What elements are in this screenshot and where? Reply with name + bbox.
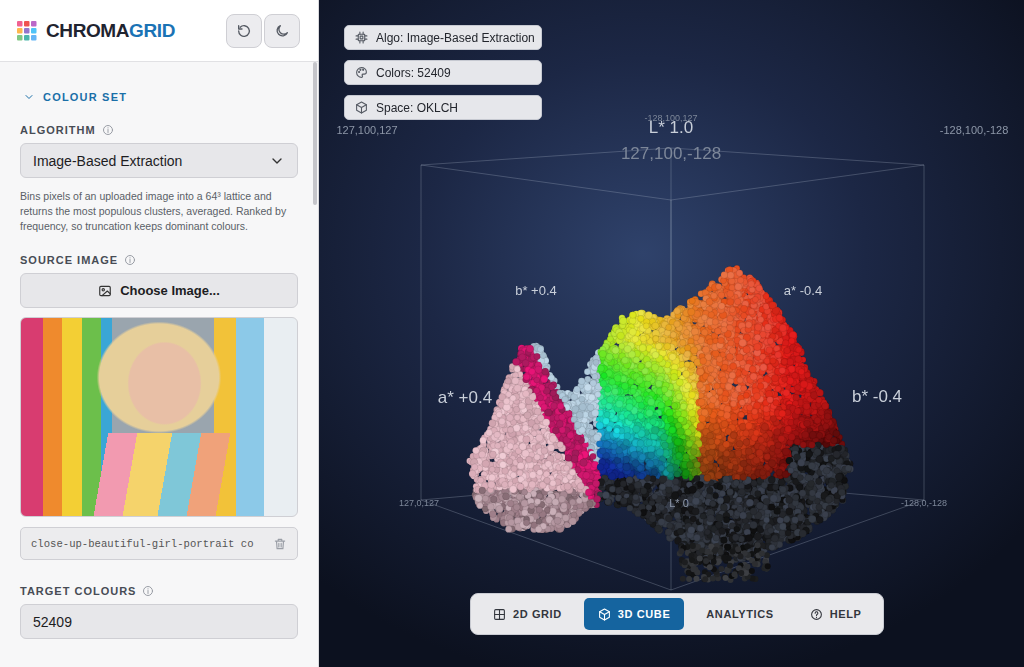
field-label: TARGET COLOURS: [20, 585, 298, 597]
badge-text: Space: OKLCH: [376, 101, 458, 115]
axis-label: a* +0.4: [438, 388, 492, 408]
target-colours-input[interactable]: [20, 604, 298, 639]
info-badge: Colors: 52409: [344, 60, 542, 85]
chevron-down-icon: [269, 153, 285, 169]
info-icon: [102, 124, 114, 136]
sidebar-header: CHROMAGRID: [0, 0, 318, 62]
cube-icon: [598, 608, 611, 621]
view-tab[interactable]: 2D GRID: [479, 598, 576, 630]
label-text: SOURCE IMAGE: [20, 254, 118, 266]
view-toolbar: 2D GRID 3D CUBE ANALYTICS HELP: [470, 593, 884, 635]
trash-icon: [273, 537, 287, 551]
info-badges: Algo: Image-Based Extraction Colors: 5240…: [344, 25, 542, 120]
info-badge: Algo: Image-Based Extraction: [344, 25, 542, 50]
tab-label: HELP: [830, 608, 862, 620]
button-label: Choose Image...: [120, 283, 220, 298]
algorithm-select[interactable]: Image-Based Extraction: [20, 143, 298, 178]
field-label: ALGORITHM: [20, 124, 298, 136]
sidebar-body: COLOUR SET ALGORITHM Image-Based Extractio…: [0, 62, 318, 639]
palette-icon: [355, 66, 368, 79]
label-text: ALGORITHM: [20, 124, 96, 136]
app-logo: CHROMAGRID: [46, 20, 175, 42]
axis-label: L* 0: [669, 497, 689, 509]
theme-button[interactable]: [264, 14, 300, 48]
axis-label: L* 1.0: [649, 118, 693, 138]
file-name: close-up-beautiful-girl-portrait co: [31, 538, 267, 550]
axis-label: 127,100,127: [336, 124, 397, 136]
tab-label: ANALYTICS: [706, 608, 773, 620]
cube-icon: [355, 101, 368, 114]
tab-label: 2D GRID: [513, 608, 562, 620]
chevron-icon: [23, 91, 35, 103]
badge-text: Colors: 52409: [376, 66, 451, 80]
tab-label: 3D CUBE: [618, 608, 671, 620]
view-tab[interactable]: HELP: [796, 598, 876, 630]
info-icon: [124, 254, 136, 266]
axis-label: 127,0,127: [399, 498, 439, 508]
info-icon: [142, 585, 154, 597]
logo-accent: GRID: [129, 20, 175, 41]
help-circle-icon: [810, 608, 823, 621]
view-tab[interactable]: ANALYTICS: [692, 598, 787, 630]
axis-label: -128,100,-128: [940, 124, 1009, 136]
scrollbar-thumb[interactable]: [313, 62, 317, 205]
axis-label: a* -0.4: [784, 283, 822, 298]
select-value: Image-Based Extraction: [33, 153, 182, 169]
chip-icon: [355, 31, 368, 44]
logo-grid-icon: [17, 21, 37, 41]
axis-label: b* -0.4: [852, 387, 902, 407]
field-label: SOURCE IMAGE: [20, 254, 298, 266]
axis-label: b* +0.4: [515, 283, 557, 298]
axis-label: 127,100,-128: [621, 144, 721, 164]
moon-icon: [274, 23, 290, 39]
sidebar: CHROMAGRID COLOUR SET ALGORITHM Image-Based…: [0, 0, 319, 667]
choose-image-button[interactable]: Choose Image...: [20, 273, 298, 308]
axis-label: -128,0,-128: [901, 498, 947, 508]
section-header[interactable]: COLOUR SET: [23, 91, 298, 103]
source-image-preview: [20, 317, 298, 517]
reset-button[interactable]: [226, 14, 262, 48]
image-icon: [98, 284, 112, 298]
grid-icon: [493, 608, 506, 621]
cube-viewport[interactable]: 127,100,127-128,100,127L* 1.0127,100,-12…: [319, 0, 1024, 667]
logo-main: CHROMA: [46, 20, 129, 41]
section-title: COLOUR SET: [43, 91, 127, 103]
file-name-field: close-up-beautiful-girl-portrait co: [20, 527, 298, 560]
remove-image-button[interactable]: [273, 537, 287, 551]
info-badge: Space: OKLCH: [344, 95, 542, 120]
view-tab[interactable]: 3D CUBE: [584, 598, 685, 630]
undo-icon: [236, 23, 252, 39]
label-text: TARGET COLOURS: [20, 585, 136, 597]
algorithm-description: Bins pixels of an uploaded image into a …: [20, 189, 298, 234]
badge-text: Algo: Image-Based Extraction: [376, 31, 535, 45]
